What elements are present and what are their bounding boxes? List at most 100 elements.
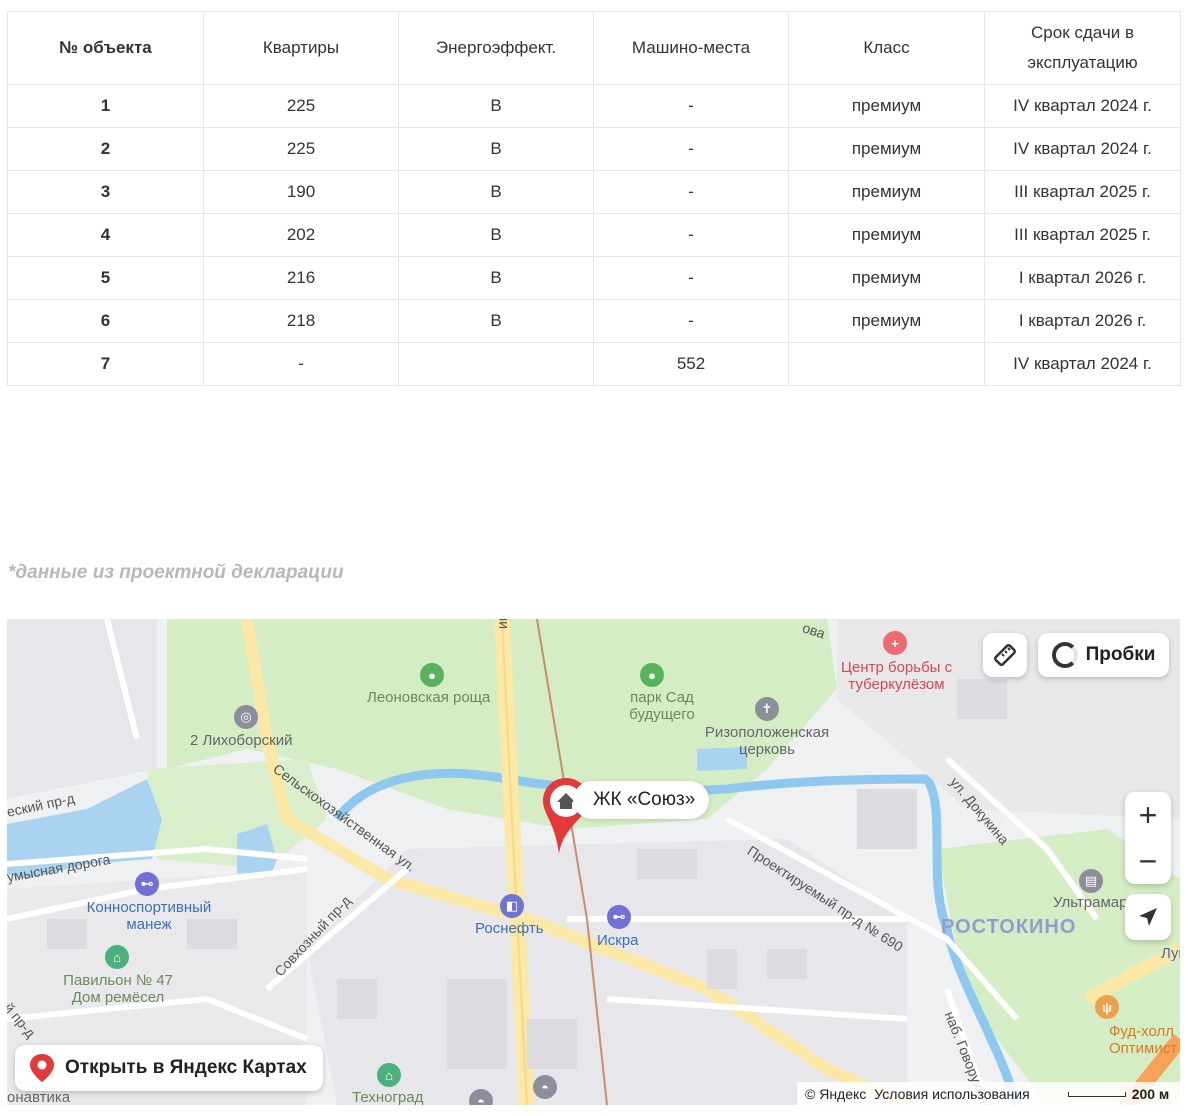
yandex-map[interactable]: ● ● ✝ + ◎ ⊷ ⌂ ◧ ⊷ ▤ ♫ ψ ⌂ ◓ ◓ Леоновская…	[7, 619, 1180, 1105]
cell-class: премиум	[788, 84, 985, 128]
cell-completion-date: I квартал 2026 г.	[984, 299, 1181, 343]
zoom-control[interactable]: + −	[1125, 792, 1171, 884]
ruler-button[interactable]	[983, 633, 1027, 677]
cell-energy-efficiency: B	[398, 299, 594, 343]
map-pin-icon	[30, 1054, 54, 1082]
column-header-apartments: Квартиры	[203, 11, 399, 85]
place-label: Леоновская роща	[367, 689, 491, 706]
cell-object-number: 1	[7, 84, 204, 128]
cell-apartments: 190	[203, 170, 399, 214]
cell-object-number: 4	[7, 213, 204, 257]
cell-completion-date: I квартал 2026 г.	[984, 256, 1181, 300]
map-background	[7, 619, 1180, 1105]
hospital-icon: +	[883, 631, 907, 655]
cell-completion-date: IV квартал 2024 г.	[984, 84, 1181, 128]
place-label: Искра	[597, 932, 639, 949]
cell-parking: 552	[593, 342, 789, 386]
traffic-label: Пробки	[1085, 644, 1156, 665]
cell-energy-efficiency	[398, 342, 594, 386]
cell-object-number: 6	[7, 299, 204, 343]
place-label: парк Сад будущего	[629, 689, 695, 723]
place-label: Фуд-холл Оптимист	[1109, 1023, 1178, 1057]
table-row: 2 225 B - премиум IV квартал 2024 г.	[7, 127, 1181, 171]
cell-apartments: 225	[203, 84, 399, 128]
scale-line	[1067, 1091, 1126, 1097]
museum-icon: ⌂	[377, 1063, 401, 1087]
cell-class: премиум	[788, 213, 985, 257]
place-label: Техноград	[352, 1089, 424, 1105]
scale-label: 200 м	[1131, 1086, 1170, 1102]
cell-parking: -	[593, 213, 789, 257]
park-icon: ●	[420, 663, 444, 687]
ruler-icon	[993, 643, 1017, 667]
place-label: Ризоположенская церковь	[704, 724, 830, 758]
table-header-row: № объекта Квартиры Энергоэффект. Машино-…	[7, 11, 1181, 85]
zoom-out-button[interactable]: −	[1139, 843, 1158, 880]
university-icon: ◓	[533, 1075, 557, 1099]
open-in-yandex-maps-button[interactable]: Открыть в Яндекс Картах	[15, 1045, 323, 1091]
cell-class: премиум	[788, 256, 985, 300]
place-label: Роснефть	[475, 920, 544, 937]
table-row: 3 190 B - премиум III квартал 2025 г.	[7, 170, 1181, 214]
cell-apartments: 216	[203, 256, 399, 300]
column-header-completion-date: Срок сдачи в эксплуатацию	[984, 11, 1181, 85]
table-row: 7 - 552 IV квартал 2024 г.	[7, 342, 1181, 386]
cell-completion-date: IV квартал 2024 г.	[984, 342, 1181, 386]
table-row: 1 225 B - премиум IV квартал 2024 г.	[7, 84, 1181, 128]
traffic-button[interactable]: Пробки	[1038, 633, 1169, 677]
cell-completion-date: IV квартал 2024 г.	[984, 127, 1181, 171]
cell-class: премиум	[788, 170, 985, 214]
open-in-yandex-maps-label: Открыть в Яндекс Картах	[65, 1057, 307, 1078]
food-icon: ψ	[1095, 995, 1119, 1019]
railway-station-icon: ◎	[234, 705, 258, 729]
cell-apartments: 225	[203, 127, 399, 171]
cell-parking: -	[593, 299, 789, 343]
terms-link[interactable]: Условия использования	[874, 1086, 1029, 1102]
table-row: 4 202 B - премиум III квартал 2025 г.	[7, 213, 1181, 257]
cell-completion-date: III квартал 2025 г.	[984, 213, 1181, 257]
district-label: РОСТОКИНО	[941, 916, 1077, 938]
cell-energy-efficiency: B	[398, 256, 594, 300]
place-label: Павильон № 47 Дом ремёсел	[63, 972, 173, 1006]
place-label: онавтика	[7, 1089, 71, 1105]
cell-object-number: 3	[7, 170, 204, 214]
stadium-icon: ⊷	[607, 905, 631, 929]
cell-class: премиум	[788, 127, 985, 171]
cell-object-number: 7	[7, 342, 204, 386]
place-label: Лук	[1161, 945, 1180, 962]
place-label: Конноспортивный манеж	[86, 899, 212, 933]
cell-energy-efficiency: B	[398, 170, 594, 214]
cell-apartments: 202	[203, 213, 399, 257]
scale-bar: 200 м	[1060, 1086, 1170, 1102]
sport-icon: ⊷	[135, 872, 159, 896]
table-row: 6 218 B - премиум I квартал 2026 г.	[7, 299, 1181, 343]
place-label: Центр борьбы с туберкулёзом	[840, 659, 953, 693]
cell-class	[788, 342, 985, 386]
footnote: *данные из проектной декларации	[8, 562, 344, 583]
traffic-icon	[1051, 642, 1078, 668]
column-header-class: Класс	[788, 11, 985, 85]
gas-station-icon: ◧	[500, 894, 524, 918]
map-copyright-bar: © Яндекс Условия использования 200 м	[797, 1082, 1180, 1105]
street-label: ика	[494, 619, 510, 629]
cell-energy-efficiency: B	[398, 127, 594, 171]
zoom-in-button[interactable]: +	[1139, 797, 1158, 834]
cell-object-number: 5	[7, 256, 204, 300]
cell-class: премиум	[788, 299, 985, 343]
column-header-object-number: № объекта	[7, 11, 204, 85]
cell-apartments: 218	[203, 299, 399, 343]
park-icon: ●	[640, 663, 664, 687]
table-row: 5 216 B - премиум I квартал 2026 г.	[7, 256, 1181, 300]
church-icon: ✝	[755, 697, 779, 721]
cell-object-number: 2	[7, 127, 204, 171]
cell-energy-efficiency: B	[398, 213, 594, 257]
location-arrow-icon	[1139, 908, 1157, 926]
cell-apartments: -	[203, 342, 399, 386]
marker-label[interactable]: ЖК «Союз»	[573, 781, 710, 819]
cell-parking: -	[593, 256, 789, 300]
objects-table: № объекта Квартиры Энергоэффект. Машино-…	[7, 11, 1181, 386]
cell-completion-date: III квартал 2025 г.	[984, 170, 1181, 214]
copyright-text[interactable]: © Яндекс	[805, 1086, 866, 1102]
place-label: 2 Лихоборский	[190, 732, 293, 749]
geolocation-button[interactable]	[1125, 894, 1171, 940]
